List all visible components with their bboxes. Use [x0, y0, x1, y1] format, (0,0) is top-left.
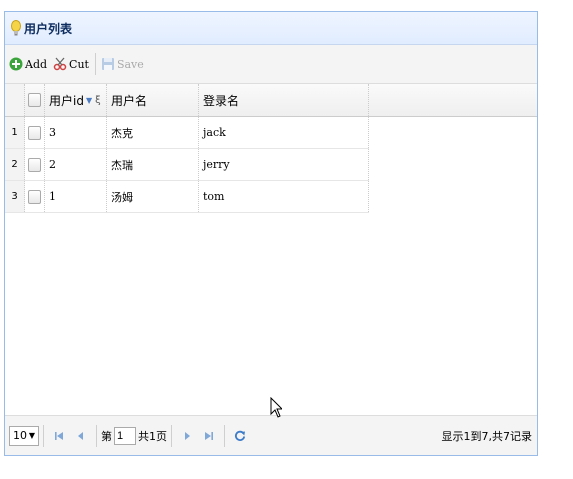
user-list-panel: 用户列表 Add Cut Save 用户id ▼ ξ 用户名 登录名 1 3 杰…: [4, 11, 538, 456]
table-row[interactable]: 1 3 杰克 jack: [5, 117, 369, 149]
page-size-value: 10: [13, 429, 27, 442]
pagination-info: 显示1到7,共7记录: [441, 429, 533, 443]
toolbar-separator: [94, 53, 96, 75]
cell-username[interactable]: 杰瑞: [107, 149, 199, 180]
next-page-button[interactable]: [179, 428, 195, 444]
mouse-cursor-icon: [270, 397, 282, 418]
panel-title: 用户列表: [24, 21, 73, 36]
lightbulb-icon: [11, 20, 21, 36]
cell-username[interactable]: 杰克: [107, 117, 199, 148]
sort-desc-icon: ▼: [85, 95, 93, 105]
save-button[interactable]: Save: [101, 57, 144, 71]
page-prefix: 第: [101, 429, 112, 443]
row-checkbox[interactable]: [28, 189, 41, 204]
column-header-login-name[interactable]: 登录名: [199, 84, 369, 116]
cell-login-name[interactable]: jerry: [199, 149, 369, 180]
cell-user-id[interactable]: 1: [45, 181, 107, 212]
column-header-user-id[interactable]: 用户id ▼ ξ: [45, 84, 107, 116]
pager-separator: [224, 424, 225, 447]
row-checkbox[interactable]: [28, 125, 41, 140]
column-title: 登录名: [203, 93, 240, 108]
last-page-button[interactable]: [201, 428, 217, 444]
add-icon: [9, 57, 23, 71]
prev-page-icon: [78, 431, 83, 440]
panel-header: 用户列表: [5, 12, 537, 45]
cut-label: Cut: [69, 57, 89, 71]
prev-page-button[interactable]: [73, 428, 89, 444]
pagination-bar: 10 ▼ 第 共1页: [5, 415, 537, 455]
cell-user-id[interactable]: 3: [45, 117, 107, 148]
row-number: 3: [5, 181, 25, 212]
row-select-cell: [25, 117, 45, 148]
cell-login-name[interactable]: jack: [199, 117, 369, 148]
row-number: 1: [5, 117, 25, 148]
column-title: 用户名: [111, 93, 148, 108]
cell-username[interactable]: 汤姆: [107, 181, 199, 212]
floppy-disk-icon: [101, 58, 114, 70]
save-label: Save: [116, 57, 144, 71]
cut-button[interactable]: Cut: [53, 57, 89, 71]
next-page-icon: [185, 431, 190, 440]
cell-user-id[interactable]: 2: [45, 149, 107, 180]
add-label: Add: [25, 57, 48, 71]
row-select-cell: [25, 149, 45, 180]
last-page-icon: [205, 431, 213, 440]
table-row[interactable]: 2 2 杰瑞 jerry: [5, 149, 369, 181]
page-number-input[interactable]: [114, 426, 136, 445]
column-title: 用户id: [49, 93, 84, 108]
column-header-username[interactable]: 用户名: [107, 84, 199, 116]
row-select-cell: [25, 181, 45, 212]
table-row[interactable]: 3 1 汤姆 tom: [5, 181, 369, 213]
page-total: 共1页: [138, 429, 167, 443]
add-button[interactable]: Add: [9, 57, 47, 71]
chevron-down-icon: ▼: [28, 431, 35, 440]
row-number-header: [5, 84, 25, 116]
column-resize-icon[interactable]: ξ: [95, 95, 101, 106]
scissors-icon: [53, 57, 67, 71]
refresh-button[interactable]: [232, 428, 248, 444]
pager-separator: [43, 424, 44, 447]
pager-separator: [171, 424, 172, 447]
row-checkbox[interactable]: [28, 157, 41, 172]
row-number: 2: [5, 149, 25, 180]
toolbar: Add Cut Save: [5, 45, 537, 84]
select-all-checkbox[interactable]: [28, 93, 41, 107]
first-page-icon: [55, 431, 63, 440]
first-page-button[interactable]: [51, 428, 67, 444]
pager-separator: [96, 424, 97, 447]
grid-header: 用户id ▼ ξ 用户名 登录名: [5, 84, 537, 117]
cell-login-name[interactable]: tom: [199, 181, 369, 212]
page-size-select[interactable]: 10 ▼: [9, 425, 39, 446]
select-all-cell: [25, 84, 45, 116]
refresh-icon: [235, 430, 246, 441]
